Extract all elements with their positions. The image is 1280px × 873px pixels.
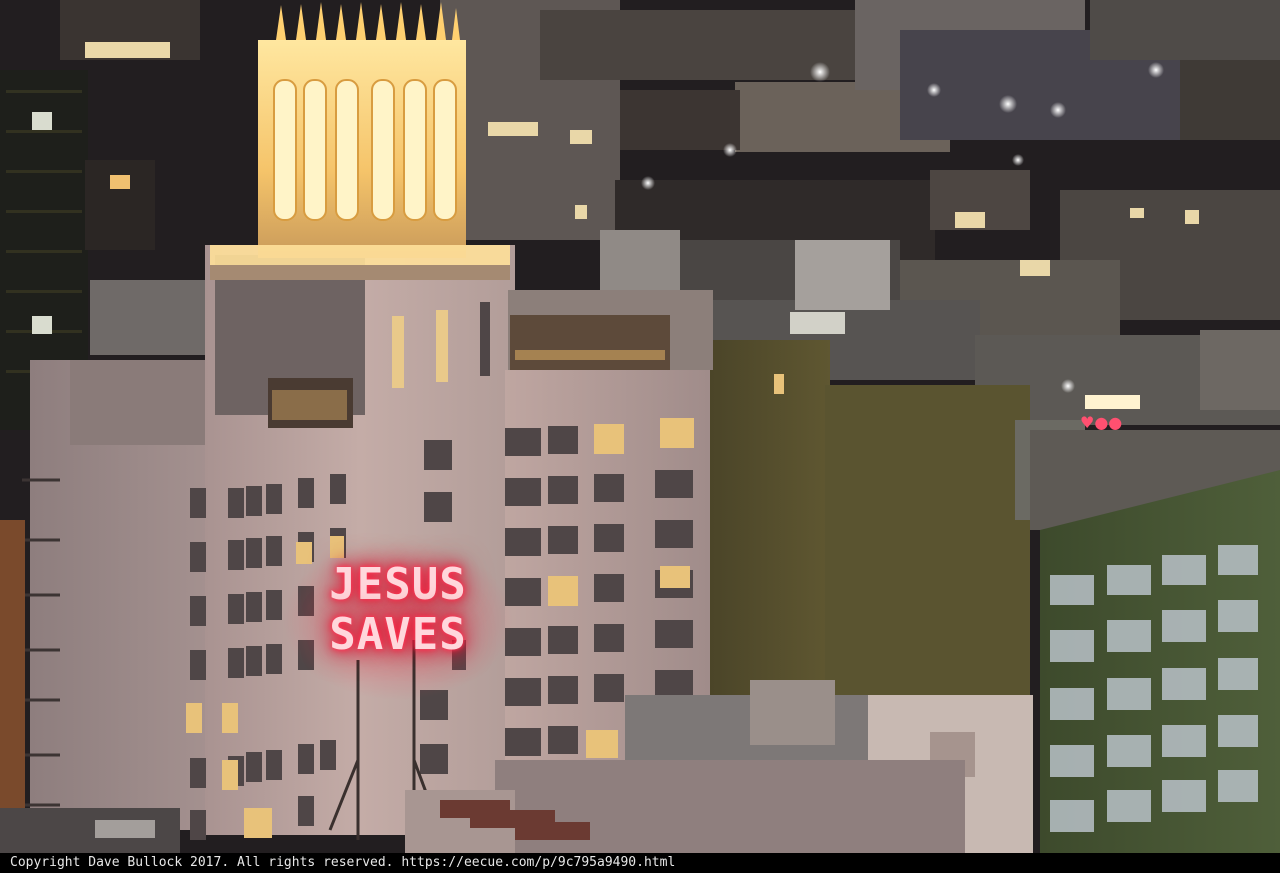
neon-sign-line-2: SAVES <box>329 609 467 660</box>
neon-sign: JESUS SAVES <box>318 560 478 660</box>
svg-text:♥●●: ♥●● <box>1080 413 1122 432</box>
copyright-text: Copyright Dave Bullock 2017. All rights … <box>10 855 676 870</box>
photo: ♥●● JESUS SAVES <box>0 0 1280 853</box>
copyright-bar: Copyright Dave Bullock 2017. All rights … <box>0 853 1280 873</box>
city-night-scene: ♥●● <box>0 0 1280 853</box>
neon-sign-line-1: JESUS <box>329 559 467 610</box>
